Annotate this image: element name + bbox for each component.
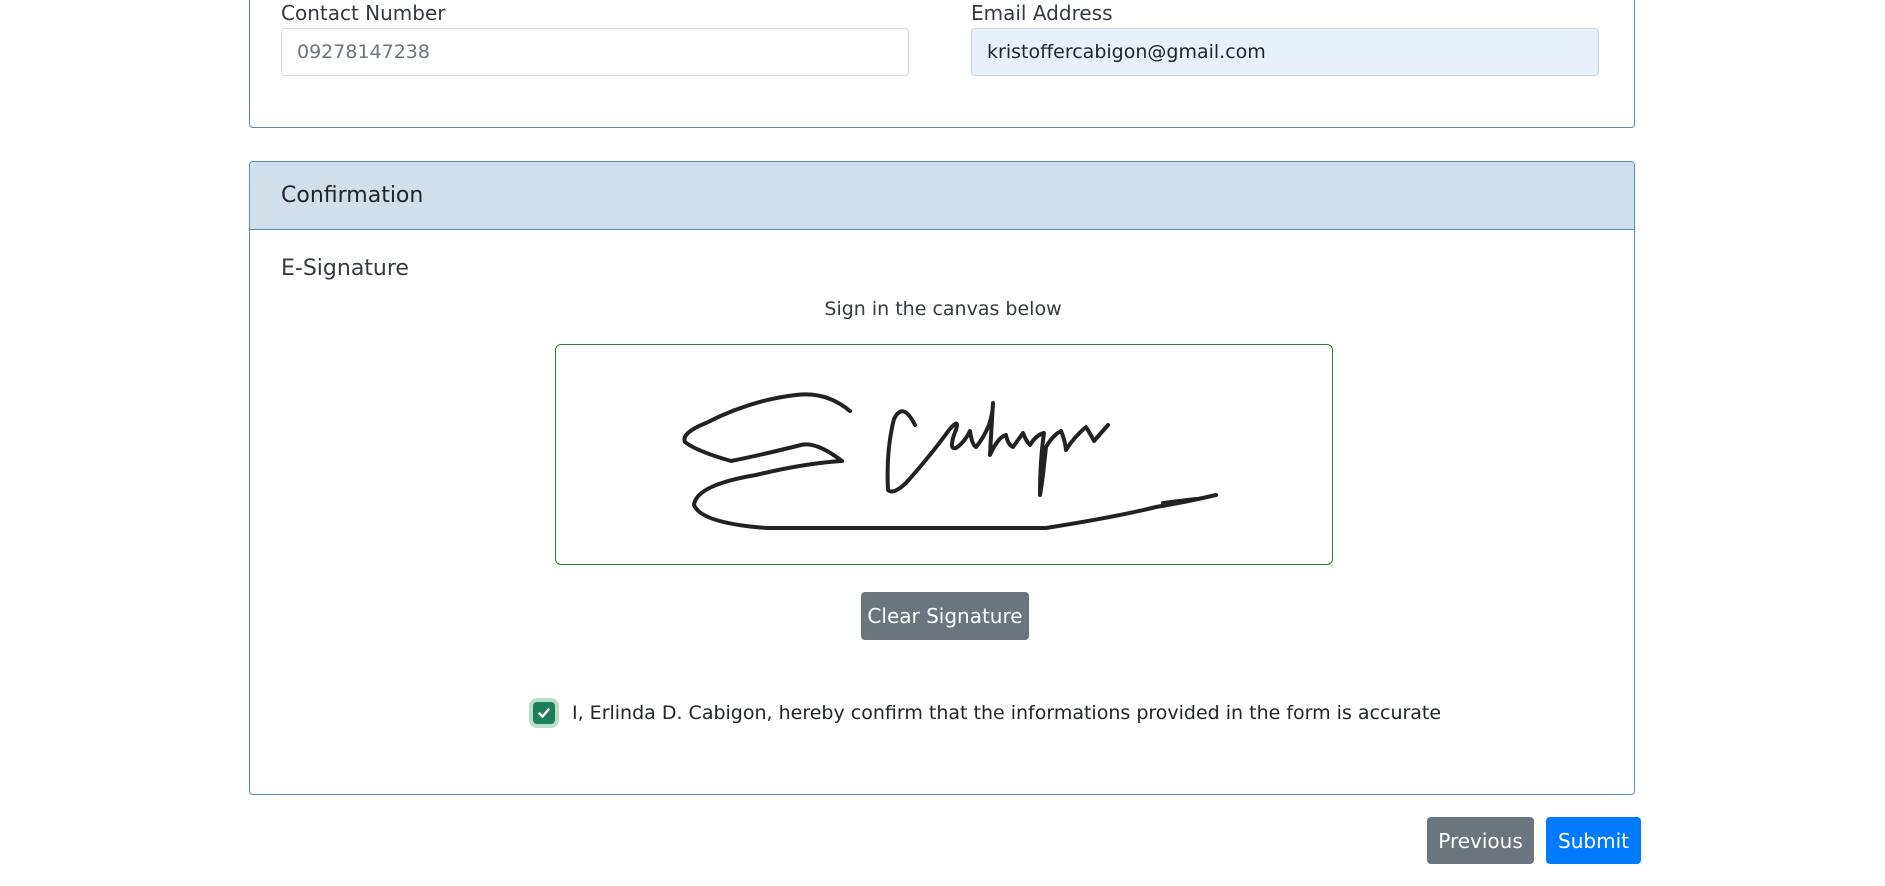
contact-info-card: Contact Number 09278147238 Email Address… — [249, 0, 1635, 128]
submit-button[interactable]: Submit — [1546, 817, 1641, 864]
email-address-input[interactable]: kristoffercabigon@gmail.com — [971, 28, 1599, 76]
clear-signature-button[interactable]: Clear Signature — [861, 592, 1029, 640]
previous-button[interactable]: Previous — [1427, 817, 1534, 864]
confirmation-header: Confirmation — [250, 162, 1634, 230]
email-address-label: Email Address — [971, 1, 1113, 25]
sign-hint: Sign in the canvas below — [824, 298, 1062, 320]
confirm-checkbox[interactable] — [533, 702, 555, 724]
confirm-text: I, Erlinda D. Cabigon, hereby confirm th… — [572, 702, 1442, 724]
signature-canvas[interactable] — [555, 344, 1333, 565]
confirmation-card: Confirmation E-Signature Sign in the can… — [249, 161, 1635, 795]
e-signature-title: E-Signature — [281, 256, 409, 281]
confirm-row: I, Erlinda D. Cabigon, hereby confirm th… — [533, 698, 1441, 728]
contact-number-input[interactable]: 09278147238 — [281, 28, 909, 76]
contact-number-label: Contact Number — [281, 1, 446, 25]
signature-drawing — [682, 392, 1218, 530]
check-icon — [538, 708, 550, 718]
